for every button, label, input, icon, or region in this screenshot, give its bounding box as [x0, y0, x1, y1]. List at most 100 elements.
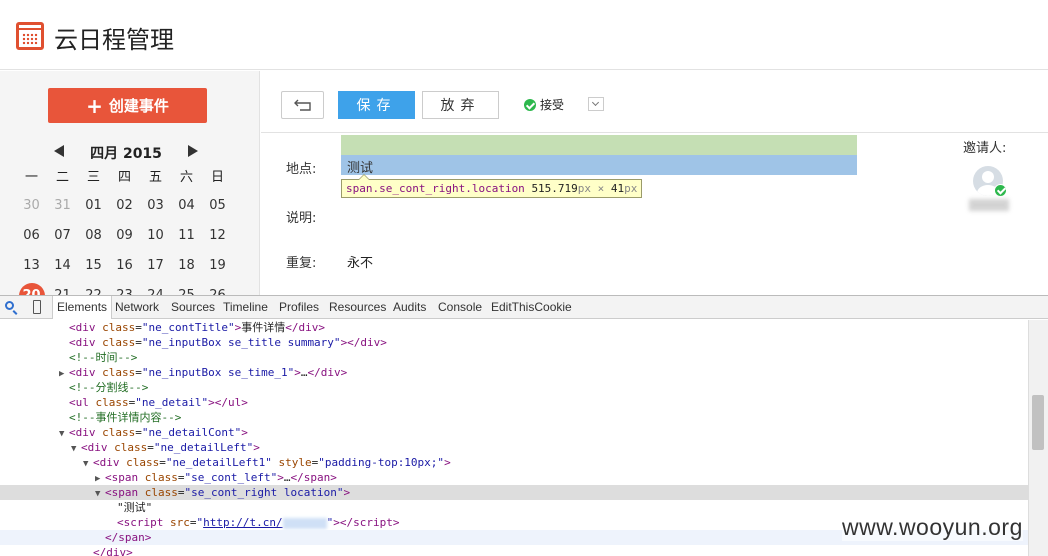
- dom-node-row[interactable]: </div>: [0, 545, 1028, 556]
- calendar-day[interactable]: 05: [202, 191, 233, 221]
- inspect-search-icon[interactable]: [5, 301, 14, 310]
- dom-node-row[interactable]: ▼ <div class="ne_detailLeft1" style="padd…: [0, 455, 1028, 470]
- calendar-day[interactable]: 09: [109, 221, 140, 251]
- calendar-day[interactable]: 13: [16, 251, 47, 281]
- inspect-height: 41: [610, 182, 625, 195]
- devtools-tab-profiles[interactable]: Profiles: [275, 296, 323, 319]
- dom-node-markup: "测试": [117, 501, 153, 514]
- dom-node-markup: <div class="ne_contTitle">事件详情</div>: [69, 321, 325, 334]
- calendar-day[interactable]: 15: [78, 251, 109, 281]
- dom-node-markup: <!--分割线-->: [69, 381, 149, 394]
- calendar-day[interactable]: 14: [47, 251, 78, 281]
- calendar-day[interactable]: 30: [16, 191, 47, 221]
- device-mode-icon[interactable]: [33, 300, 41, 314]
- calendar-day[interactable]: 06: [16, 221, 47, 251]
- calendar-day-number: 18: [178, 258, 195, 273]
- calendar-day[interactable]: 19: [202, 251, 233, 281]
- weekday-header: 六: [179, 170, 193, 185]
- devtools-tab-editthiscookie[interactable]: EditThisCookie: [487, 296, 576, 319]
- calendar-day[interactable]: 24: [140, 281, 171, 295]
- weekday-header: 日: [210, 170, 224, 185]
- calendar-day-number: 19: [209, 258, 226, 273]
- inspect-content-highlight: [341, 155, 857, 175]
- calendar-day-number: 11: [178, 228, 195, 243]
- calendar-day[interactable]: 01: [78, 191, 109, 221]
- discard-button[interactable]: 放弃: [422, 91, 499, 119]
- event-detail: 地点: 测试 span.se_cont_right.location 515.7…: [261, 134, 1048, 295]
- calendar-day-number: 15: [85, 258, 102, 273]
- dom-node-markup: <div class="ne_inputBox se_time_1">…</di…: [69, 366, 348, 379]
- dom-node-row[interactable]: ▼ <div class="ne_detailLeft">: [0, 440, 1028, 455]
- devtools-tab-audits[interactable]: Audits: [389, 296, 430, 319]
- calendar-day-number: 08: [85, 228, 102, 243]
- dom-node-row[interactable]: <!--分割线-->: [0, 380, 1028, 395]
- devtools-tab-timeline[interactable]: Timeline: [219, 296, 272, 319]
- dom-node-row[interactable]: ▼ <div class="ne_detailCont">: [0, 425, 1028, 440]
- calendar-day[interactable]: 18: [171, 251, 202, 281]
- create-event-button[interactable]: + 创建事件: [48, 88, 207, 123]
- calendar-day[interactable]: 25: [171, 281, 202, 295]
- scrollbar-thumb[interactable]: [1032, 395, 1044, 450]
- devtools-tab-network[interactable]: Network: [111, 296, 163, 319]
- calendar-day-number: 21: [54, 288, 71, 295]
- calendar-day-number: 31: [54, 198, 71, 213]
- dom-node-row[interactable]: <ul class="ne_detail"></ul>: [0, 395, 1028, 410]
- dom-node-markup: </div>: [93, 546, 133, 556]
- calendar-day[interactable]: 31: [47, 191, 78, 221]
- repeat-value[interactable]: 永不: [347, 252, 373, 271]
- calendar-day-number: 01: [85, 198, 102, 213]
- calendar-day[interactable]: 23: [109, 281, 140, 295]
- dom-node-row[interactable]: <div class="ne_contTitle">事件详情</div>: [0, 320, 1028, 335]
- inspect-width-unit: px: [577, 182, 592, 195]
- plus-icon: +: [86, 93, 103, 118]
- calendar-day[interactable]: 21: [47, 281, 78, 295]
- prev-month-icon[interactable]: [54, 145, 64, 157]
- dom-node-markup: <!--事件详情内容-->: [69, 411, 182, 424]
- next-month-icon[interactable]: [188, 145, 198, 157]
- calendar-day[interactable]: 11: [171, 221, 202, 251]
- dom-node-row[interactable]: ▼ <span class="se_cont_right location">: [0, 485, 1028, 500]
- devtools-tab-elements[interactable]: Elements: [52, 296, 113, 319]
- accept-dropdown-chevron-icon[interactable]: [588, 97, 604, 111]
- calendar-day[interactable]: 26: [202, 281, 233, 295]
- inspect-width: 515.719: [531, 182, 578, 195]
- calendar-day-number: 22: [85, 288, 102, 295]
- calendar-day[interactable]: 12: [202, 221, 233, 251]
- dom-node-row[interactable]: ▶ <span class="se_cont_left">…</span>: [0, 470, 1028, 485]
- calendar-day[interactable]: 08: [78, 221, 109, 251]
- accept-status[interactable]: 接受: [524, 96, 564, 113]
- weekday-header: 三: [86, 170, 100, 185]
- dom-node-markup: <div class="ne_inputBox se_title summary…: [69, 336, 387, 349]
- calendar-day[interactable]: 17: [140, 251, 171, 281]
- inspect-padding-highlight: [341, 135, 857, 155]
- devtools-tab-resources[interactable]: Resources: [325, 296, 390, 319]
- dom-node-row[interactable]: <div class="ne_inputBox se_title summary…: [0, 335, 1028, 350]
- calendar-day-number: 06: [23, 228, 40, 243]
- dom-node-markup: <script src="http://t.cn/"></script>: [117, 516, 400, 529]
- calendar-day-number: 30: [23, 198, 40, 213]
- dom-node-row[interactable]: ▶ <div class="ne_inputBox se_time_1">…</d…: [0, 365, 1028, 380]
- calendar-day-number: 26: [209, 288, 226, 295]
- calendar-day[interactable]: 04: [171, 191, 202, 221]
- dom-node-row[interactable]: <!--事件详情内容-->: [0, 410, 1028, 425]
- devtools-tab-console[interactable]: Console: [434, 296, 486, 319]
- calendar-day[interactable]: 02: [109, 191, 140, 221]
- elements-scrollbar[interactable]: [1028, 320, 1048, 556]
- calendar-day[interactable]: 03: [140, 191, 171, 221]
- save-button[interactable]: 保存: [338, 91, 415, 119]
- devtools-tab-sources[interactable]: Sources: [167, 296, 219, 319]
- dom-node-row[interactable]: "测试": [0, 500, 1028, 515]
- calendar-day[interactable]: 16: [109, 251, 140, 281]
- back-button[interactable]: [281, 91, 324, 119]
- calendar-day[interactable]: 07: [47, 221, 78, 251]
- dom-node-row[interactable]: <!--时间-->: [0, 350, 1028, 365]
- create-event-label: 创建事件: [108, 97, 169, 115]
- calendar-day-number: 02: [116, 198, 133, 213]
- calendar-day[interactable]: 20: [16, 281, 47, 295]
- event-toolbar: 保存 放弃 接受: [261, 71, 1048, 133]
- calendar-day[interactable]: 10: [140, 221, 171, 251]
- weekday-header: 一: [24, 170, 38, 185]
- dom-node-markup: <div class="ne_detailLeft1" style="paddi…: [93, 456, 451, 469]
- weekday-header: 五: [148, 170, 162, 185]
- calendar-day[interactable]: 22: [78, 281, 109, 295]
